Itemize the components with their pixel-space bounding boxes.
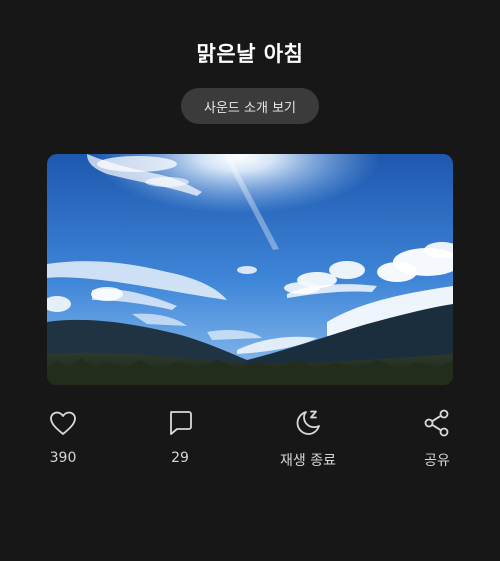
- like-button[interactable]: 390: [18, 408, 108, 466]
- sky-landscape-image: [47, 154, 453, 385]
- heart-icon: [48, 408, 78, 438]
- share-button[interactable]: 공유: [392, 408, 482, 470]
- action-bar: 390 29 재생 종료 공유: [0, 408, 500, 478]
- sound-intro-button[interactable]: 사운드 소개 보기: [181, 88, 319, 124]
- comment-icon: [165, 408, 195, 438]
- like-count: 390: [49, 450, 77, 466]
- hero-image: [47, 154, 453, 385]
- page-title: 맑은날 아침: [196, 42, 304, 66]
- share-icon: [422, 408, 452, 438]
- sound-detail-screen: 맑은날 아침 사운드 소개 보기 390 29 재생 종료 공유: [0, 0, 500, 561]
- comment-count: 29: [171, 450, 189, 466]
- share-label: 공유: [424, 453, 450, 469]
- sleep-timer-label: 재생 종료: [280, 453, 336, 469]
- sleep-timer-button[interactable]: 재생 종료: [263, 408, 353, 470]
- comment-button[interactable]: 29: [135, 408, 225, 466]
- moon-zzz-icon: [293, 408, 323, 438]
